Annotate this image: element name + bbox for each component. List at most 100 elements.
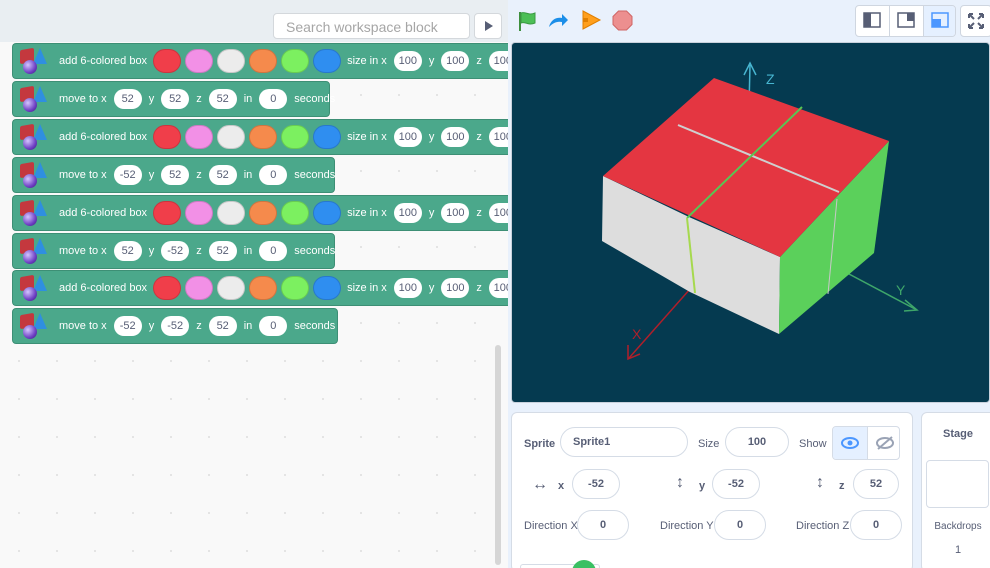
color-swatch[interactable] [313,201,342,225]
add-box-block[interactable]: add 6-colored box size in x 100 y 100 z 100 [12,270,508,306]
color-swatch[interactable] [249,49,278,73]
extension-3d-icon [17,46,47,76]
fullscreen-icon [968,13,984,29]
z-label: z [196,169,202,181]
show-hidden-button[interactable] [868,427,899,459]
color-swatch[interactable] [313,49,342,73]
direction-y-field[interactable]: 0 [714,510,766,540]
color-swatch[interactable] [249,125,278,149]
stage-3d-scene: Z Y X [602,61,919,361]
x-input[interactable]: -52 [113,165,142,185]
color-swatch[interactable] [249,201,278,225]
turbo-mode-icon[interactable] [547,10,569,32]
add-box-block[interactable]: add 6-colored box size in x 100 y 100 z 100 [12,43,508,79]
extension-3d-icon [17,236,47,266]
y-input[interactable]: 52 [161,165,190,185]
color-swatch[interactable] [217,125,246,149]
large-stage-button[interactable] [924,6,955,36]
show-visible-button[interactable] [833,427,868,459]
move-to-block[interactable]: move to x 52 y 52 z 52 in 0 seconds [12,81,335,117]
extension-3d-icon [17,122,47,152]
y-input[interactable]: -52 [161,241,190,261]
size-label: Size [698,438,720,450]
size-z-input[interactable]: 100 [488,127,508,147]
x-input[interactable]: -52 [113,316,142,336]
size-x-input[interactable]: 100 [393,51,422,71]
seconds-input[interactable]: 0 [259,316,288,336]
color-swatch[interactable] [281,125,310,149]
stage-canvas[interactable]: Z Y X [511,42,990,403]
color-swatch[interactable] [281,276,310,300]
z-field[interactable]: 52 [853,469,899,499]
size-y-input[interactable]: 100 [441,278,470,298]
color-swatch[interactable] [281,49,310,73]
color-swatch[interactable] [313,125,342,149]
small-stage-button[interactable] [856,6,890,36]
direction-x-field[interactable]: 0 [577,510,629,540]
size-label: size in x [347,207,387,219]
z-input[interactable]: 52 [208,89,237,109]
size-x-input[interactable]: 100 [393,203,422,223]
color-swatch[interactable] [249,276,278,300]
color-swatch[interactable] [153,276,182,300]
color-swatch[interactable] [217,49,246,73]
size-x-input[interactable]: 100 [393,127,422,147]
move-to-block[interactable]: move to x -52 y 52 z 52 in 0 seconds [12,157,335,193]
y-field[interactable]: -52 [712,469,760,499]
z-label: z [196,320,202,332]
y-input[interactable]: 52 [161,89,190,109]
move-to-block[interactable]: move to x -52 y -52 z 52 in 0 seconds [12,308,338,344]
stage-size-toggle [855,5,956,37]
seconds-label: seconds [294,320,336,332]
size-z-input[interactable]: 100 [488,51,508,71]
z-input[interactable]: 52 [208,316,237,336]
move-to-block[interactable]: move to x 52 y -52 z 52 in 0 seconds [12,233,335,269]
workspace-scrollbar[interactable] [495,345,501,565]
size-field[interactable]: 100 [725,427,789,457]
color-swatch[interactable] [217,276,246,300]
direction-z-field[interactable]: 0 [850,510,902,540]
normal-stage-button[interactable] [890,6,924,36]
color-swatch[interactable] [153,49,182,73]
direction-y-label: Direction Y [660,520,714,532]
size-y-input[interactable]: 100 [441,51,470,71]
color-swatch[interactable] [185,201,214,225]
z-input[interactable]: 52 [208,165,237,185]
stop-icon[interactable] [612,10,633,31]
x-field[interactable]: -52 [572,469,620,499]
color-swatch[interactable] [185,125,214,149]
fullscreen-button[interactable] [960,5,990,37]
z-input[interactable]: 52 [208,241,237,261]
color-swatch[interactable] [217,201,246,225]
y-label: y [148,245,155,257]
color-swatch[interactable] [281,201,310,225]
size-y-input[interactable]: 100 [441,203,470,223]
seconds-input[interactable]: 0 [259,241,288,261]
search-go-button[interactable] [474,13,502,39]
color-swatch[interactable] [185,49,214,73]
z-label: z [196,93,202,105]
stage-thumbnail[interactable] [926,460,989,508]
add-box-block[interactable]: add 6-colored box size in x 100 y 100 z 100 [12,195,508,231]
size-z-input[interactable]: 100 [488,278,508,298]
color-swatch[interactable] [313,276,342,300]
size-z-input[interactable]: 100 [488,203,508,223]
code-workspace[interactable]: Search workspace block add 6-colored box… [0,0,508,568]
step-icon[interactable] [580,9,602,31]
sprite-label: Sprite [524,438,556,450]
sprite-name-field[interactable]: Sprite1 [560,427,688,457]
color-swatch[interactable] [153,201,182,225]
size-x-input[interactable]: 100 [393,278,422,298]
color-swatch[interactable] [185,276,214,300]
add-box-block[interactable]: add 6-colored box size in x 100 y 100 z 100 [12,119,508,155]
green-flag-icon[interactable] [516,10,538,32]
y-input[interactable]: -52 [161,316,190,336]
search-workspace-input[interactable]: Search workspace block [273,13,470,39]
x-input[interactable]: 52 [113,89,142,109]
stage-selector-panel[interactable]: Stage Backdrops 1 [921,412,990,568]
color-swatch[interactable] [153,125,182,149]
seconds-input[interactable]: 0 [259,165,288,185]
x-input[interactable]: 52 [113,241,142,261]
seconds-input[interactable]: 0 [259,89,288,109]
size-y-input[interactable]: 100 [441,127,470,147]
